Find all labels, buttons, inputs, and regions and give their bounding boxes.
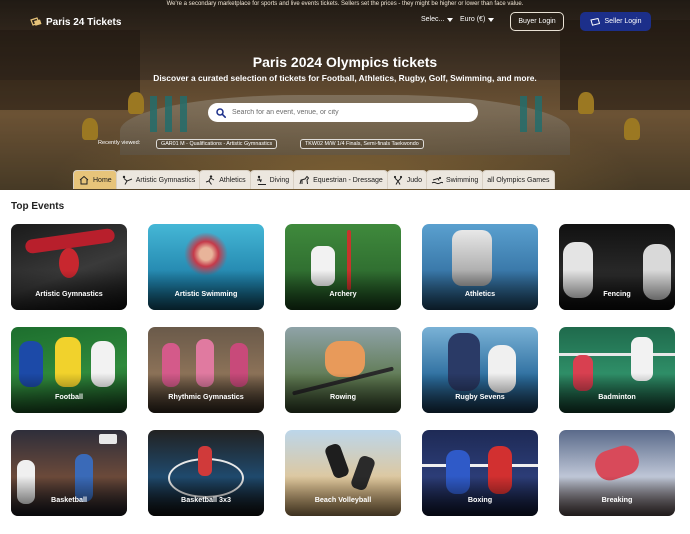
- tab-swimming[interactable]: Swimming: [425, 170, 484, 189]
- event-card-label: Boxing: [467, 495, 493, 504]
- event-card-rugby-sevens[interactable]: Rugby Sevens: [422, 327, 538, 413]
- tab-athletics[interactable]: Athletics: [199, 170, 251, 189]
- page-subtitle: Discover a curated selection of tickets …: [153, 73, 537, 83]
- top-events-grid: Artistic Gymnastics Artistic Swimming Ar…: [11, 224, 681, 534]
- currency-select-value: Euro (€): [460, 16, 486, 23]
- event-card-basketball-3x3[interactable]: Basketball 3x3: [148, 430, 264, 516]
- site-logo[interactable]: Paris 24 Tickets: [30, 14, 121, 30]
- tab-label: all Olympics Games: [487, 176, 550, 184]
- tab-equestrian-dressage[interactable]: Equestrian - Dressage: [293, 170, 388, 189]
- recent-item-chip[interactable]: GAR01 M - Qualifications - Artistic Gymn…: [156, 139, 278, 149]
- running-icon: [206, 175, 215, 185]
- tab-all-olympics-games[interactable]: all Olympics Games: [482, 170, 555, 189]
- diving-icon: [256, 175, 266, 185]
- logo-text: Paris 24 Tickets: [46, 16, 122, 28]
- chevron-down-icon: [488, 17, 495, 22]
- event-card-image: [198, 446, 212, 476]
- chevron-down-icon: [447, 17, 454, 22]
- event-card-label: Football: [55, 392, 83, 401]
- tab-label: Equestrian - Dressage: [313, 176, 383, 184]
- event-card-rowing[interactable]: Rowing: [285, 327, 401, 413]
- hero-banner: We're a secondary marketplace for sports…: [0, 0, 690, 190]
- event-card-label: Athletics: [464, 289, 496, 298]
- swimming-icon: [431, 176, 443, 185]
- tab-judo[interactable]: Judo: [386, 170, 427, 189]
- event-card-label: Beach Volleyball: [314, 495, 372, 504]
- event-card-badminton[interactable]: Badminton: [559, 327, 675, 413]
- event-card-label: Basketball: [51, 495, 87, 504]
- search-input[interactable]: [232, 109, 452, 116]
- search-bar[interactable]: [208, 103, 478, 122]
- event-card-fencing[interactable]: Fencing: [559, 224, 675, 310]
- tab-label: Diving: [269, 176, 290, 184]
- event-card-label: Rhythmic Gymnastics: [168, 392, 244, 401]
- tab-label: Judo: [406, 176, 422, 184]
- seller-login-label: Seller Login: [604, 18, 642, 25]
- event-card-archery[interactable]: Archery: [285, 224, 401, 310]
- event-card-image: [99, 434, 117, 444]
- horse-icon: [299, 175, 310, 185]
- event-card-image: [422, 464, 538, 467]
- tab-artistic-gymnastics[interactable]: Artistic Gymnastics: [115, 170, 201, 189]
- recent-item-chip[interactable]: TKW02 M/W 1/4 Finals, Semi-finals Taekwo…: [300, 139, 424, 149]
- language-select-value: Selec...: [421, 16, 445, 23]
- event-card-image: [325, 341, 365, 377]
- page-title: Paris 2024 Olympics tickets: [252, 54, 438, 70]
- event-card-label: Artistic Gymnastics: [35, 289, 103, 298]
- tab-label: Athletics: [219, 176, 246, 184]
- event-card-rhythmic-gymnastics[interactable]: Rhythmic Gymnastics: [148, 327, 264, 413]
- currency-select[interactable]: Euro (€): [460, 16, 495, 23]
- ticket-icon: [589, 17, 600, 26]
- search-icon[interactable]: [216, 107, 226, 118]
- event-card-beach-volleyball[interactable]: Beach Volleyball: [285, 430, 401, 516]
- language-select[interactable]: Selec...: [421, 16, 454, 23]
- event-card-basketball[interactable]: Basketball: [11, 430, 127, 516]
- event-card-label: Basketball 3x3: [181, 495, 231, 504]
- sport-tabs: Home Artistic Gymnastics Athletics Divin…: [73, 170, 555, 189]
- top-events-title: Top Events: [11, 201, 65, 212]
- event-card-label: Breaking: [601, 495, 633, 504]
- event-card-artistic-swimming[interactable]: Artistic Swimming: [148, 224, 264, 310]
- gymnastics-icon: [122, 175, 132, 185]
- disclaimer-note: We're a secondary marketplace for sports…: [166, 1, 524, 7]
- seller-login-button[interactable]: Seller Login: [580, 12, 651, 31]
- event-card-label: Rowing: [330, 392, 356, 401]
- event-card-athletics[interactable]: Athletics: [422, 224, 538, 310]
- event-card-boxing[interactable]: Boxing: [422, 430, 538, 516]
- event-card-label: Badminton: [598, 392, 636, 401]
- event-card-label: Fencing: [603, 289, 631, 298]
- recently-viewed-label: Recently viewed:: [98, 140, 141, 146]
- event-card-label: Artistic Swimming: [174, 289, 238, 298]
- logo-tickets-icon: [30, 17, 42, 26]
- tab-label: Artistic Gymnastics: [135, 176, 196, 184]
- event-card-breaking[interactable]: Breaking: [559, 430, 675, 516]
- buyer-login-button[interactable]: Buyer Login: [510, 12, 564, 31]
- home-icon: [79, 175, 89, 185]
- event-card-artistic-gymnastics[interactable]: Artistic Gymnastics: [11, 224, 127, 310]
- judo-icon: [393, 175, 402, 185]
- tab-home[interactable]: Home: [73, 170, 117, 189]
- tab-label: Home: [93, 176, 112, 184]
- event-card-label: Archery: [329, 289, 357, 298]
- event-card-label: Rugby Sevens: [455, 392, 505, 401]
- tab-label: Swimming: [445, 176, 479, 184]
- event-card-football[interactable]: Football: [11, 327, 127, 413]
- tab-diving[interactable]: Diving: [249, 170, 295, 189]
- event-card-image: [323, 442, 351, 480]
